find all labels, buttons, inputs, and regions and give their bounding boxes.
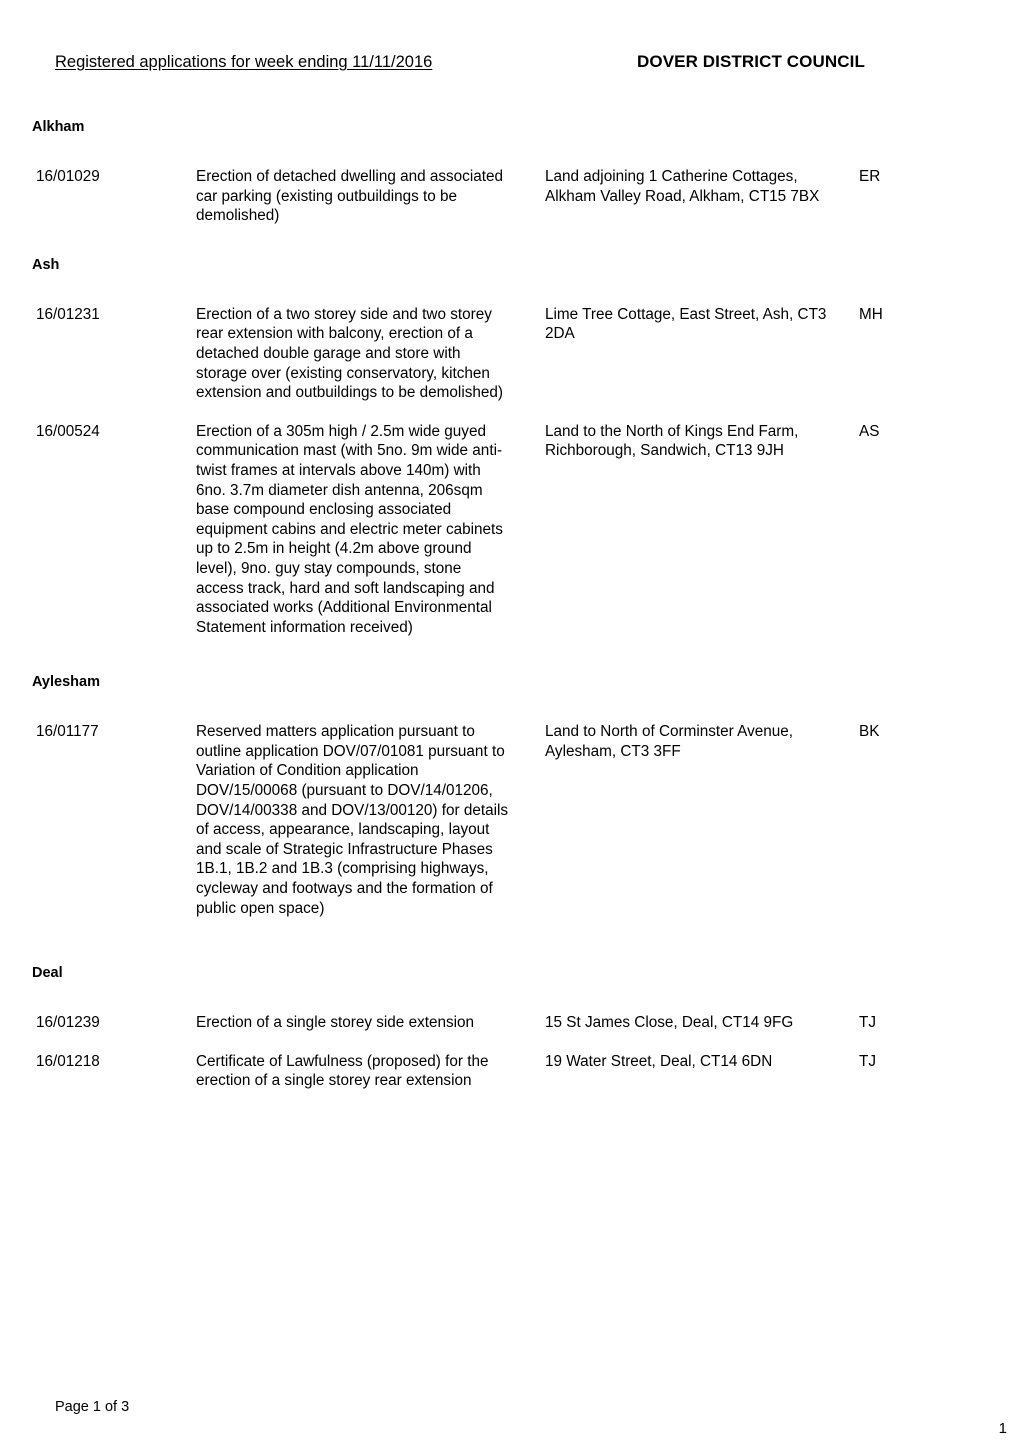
table-row: 16/01231 Erection of a two storey side an…	[0, 305, 1020, 403]
table-row: 16/01239 Erection of a single storey side…	[0, 1013, 1020, 1033]
table-row: 16/01177 Reserved matters application pur…	[0, 722, 1020, 918]
case-officer-initials: MH	[859, 305, 883, 323]
application-description: Erection of a two storey side and two st…	[196, 305, 503, 402]
applications-table: 16/01231 Erection of a two storey side an…	[0, 305, 1020, 638]
table-row: 16/01029 Erection of detached dwelling an…	[0, 167, 1020, 226]
application-address: Land to North of Corminster Avenue, Ayle…	[545, 723, 794, 760]
application-address: Land to the North of Kings End Farm, Ric…	[545, 422, 799, 460]
application-description: Erection of a 305m high / 2.5m wide guye…	[196, 422, 503, 636]
application-address: 19 Water Street, Deal, CT14 6DN	[545, 1052, 773, 1070]
application-reference: 16/01029	[36, 168, 100, 185]
table-row: 16/00524 Erection of a 305m high / 2.5m w…	[0, 422, 1020, 638]
parish-heading: Aylesham	[32, 674, 100, 691]
header-title-left: Registered applications for week ending …	[55, 53, 433, 71]
parish-heading: Ash	[32, 256, 60, 273]
row-spacer-cell	[0, 1033, 1020, 1052]
application-address: Lime Tree Cottage, East Street, Ash, CT3…	[545, 305, 827, 343]
parish-heading: Alkham	[32, 119, 85, 135]
case-officer-initials: AS	[859, 422, 880, 440]
application-reference: 16/01218	[36, 1052, 100, 1070]
heading-spacer	[0, 692, 1020, 722]
row-spacer-cell	[0, 403, 1020, 422]
application-description: Reserved matters application pursuant to…	[196, 723, 509, 917]
case-officer-initials: ER	[859, 168, 881, 185]
case-officer-initials: TJ	[859, 1052, 876, 1070]
applications-table: 16/01177 Reserved matters application pur…	[0, 722, 1020, 918]
parish-heading: Deal	[32, 965, 63, 982]
header-title-right: DOVER DISTRICT COUNCIL	[637, 52, 865, 71]
case-officer-initials: TJ	[859, 1014, 876, 1032]
document-page: Registered applications for week ending …	[0, 0, 1020, 1443]
footer-page-label: Page 1 of 3	[55, 1399, 130, 1415]
heading-spacer	[0, 137, 1020, 167]
footer-page-number: 1	[998, 1420, 1007, 1437]
applications-table: 16/01239 Erection of a single storey side…	[0, 1013, 1020, 1091]
row-spacer	[0, 403, 1020, 422]
application-address: 15 St James Close, Deal, CT14 9FG	[545, 1014, 794, 1032]
application-description: Erection of a single storey side extensi…	[196, 1014, 475, 1032]
application-description: Erection of detached dwelling and associ…	[196, 168, 503, 225]
heading-spacer	[0, 983, 1020, 1013]
table-row: 16/01218 Certificate of Lawfulness (propo…	[0, 1052, 1020, 1091]
application-description: Certificate of Lawfulness (proposed) for…	[196, 1052, 489, 1090]
application-reference: 16/01239	[36, 1014, 100, 1032]
document-footer: Page 1 of 3 1	[0, 1373, 1020, 1443]
heading-spacer	[0, 275, 1020, 305]
application-reference: 16/00524	[36, 422, 100, 440]
application-address: Land adjoining 1 Catherine Cottages, Alk…	[545, 168, 820, 205]
document-header: Registered applications for week ending …	[0, 52, 1020, 78]
case-officer-initials: BK	[859, 723, 880, 741]
applications-table: 16/01029 Erection of detached dwelling an…	[0, 167, 1020, 226]
row-spacer	[0, 1033, 1020, 1052]
application-reference: 16/01177	[36, 723, 99, 741]
applications-list: Alkham 16/01029 Erection of detached dwell…	[0, 118, 1020, 1091]
application-reference: 16/01231	[36, 305, 100, 323]
